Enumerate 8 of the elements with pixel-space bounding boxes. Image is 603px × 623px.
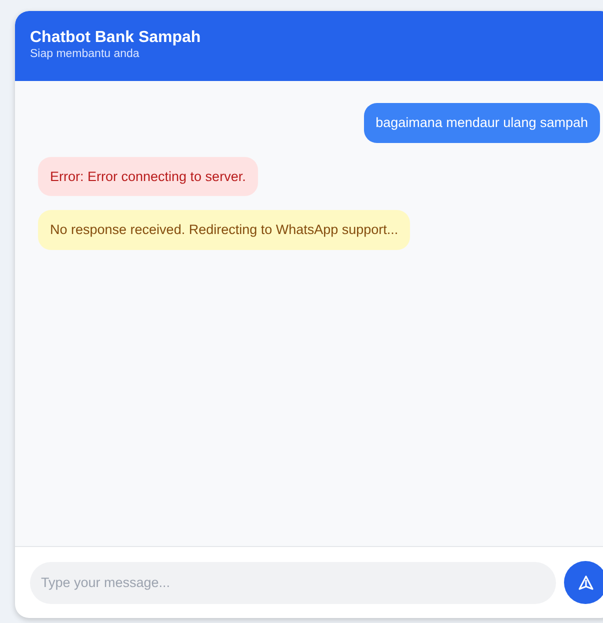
- send-button[interactable]: [564, 561, 603, 604]
- chat-subtitle: Siap membantu anda: [30, 47, 140, 62]
- error-message: Error: Error connecting to server.: [38, 156, 258, 196]
- warning-message: No response received. Redirecting to WhatsApp support...: [38, 210, 410, 250]
- message-input[interactable]: Type your message...: [30, 562, 556, 604]
- chat-title: Chatbot Bank Sampah: [30, 28, 202, 48]
- user-message: bagaimana mendaur ulang sampah: [364, 103, 600, 143]
- send-icon: [578, 574, 594, 590]
